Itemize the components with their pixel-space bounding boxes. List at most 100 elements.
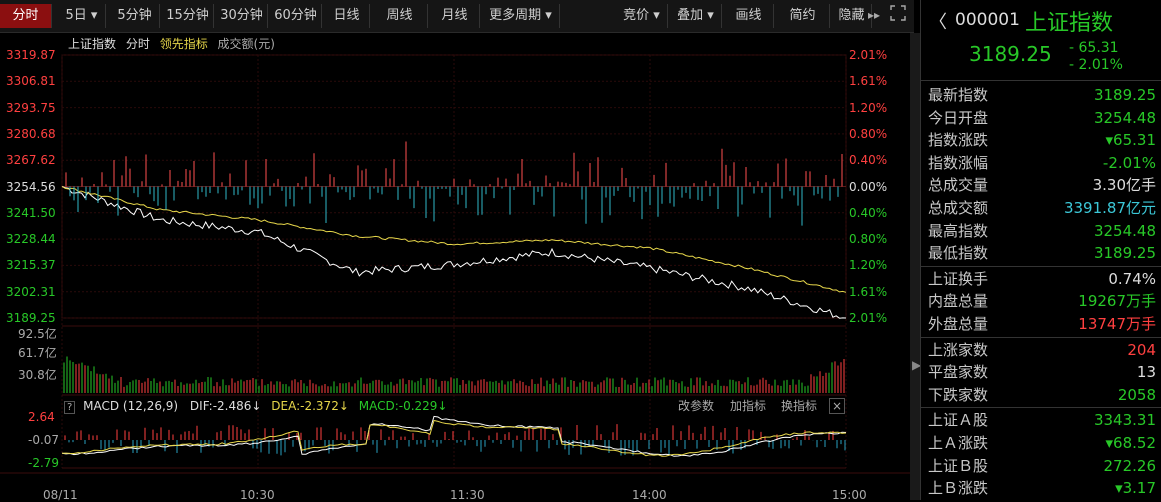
quote-row-label: 上Ａ涨跌 <box>928 434 989 452</box>
back-arrow-icon[interactable]: 〈 <box>929 8 947 34</box>
quote-row: 最新指数 3189.25 <box>921 84 1161 106</box>
auction-dropdown[interactable]: 竞价 ▾ <box>616 4 668 28</box>
add-indicator-button[interactable]: 加指标 <box>730 399 766 413</box>
volume-tick-label: 30.8亿 <box>18 368 57 382</box>
quote-row: 总成交量 3.30亿手 <box>921 174 1161 196</box>
quote-row-value: 3189.25 <box>1093 244 1156 263</box>
percent-tick-label: 2.01% <box>849 311 888 325</box>
quote-row-value: 0.74% <box>1108 269 1156 288</box>
index-code: 000001 <box>955 10 1020 30</box>
percent-tick-label: 1.61% <box>849 74 888 89</box>
fast-forward-icon[interactable]: ▸▸ <box>868 8 880 22</box>
quote-row-label: 最低指数 <box>928 244 989 263</box>
price-tick-label: 3241.50 <box>6 205 56 220</box>
legend-mode: 分时 <box>125 37 150 51</box>
quote-row-label: 总成交额 <box>928 199 989 217</box>
quote-row-value: 3.30亿手 <box>1092 176 1156 195</box>
tab-monthly[interactable]: 月线 <box>430 4 480 28</box>
macd-tick-label: -2.79 <box>28 456 60 470</box>
simple-button[interactable]: 简约 <box>776 4 830 28</box>
quote-row: 上证Ａ股 3343.31 <box>921 409 1161 431</box>
price-tick-label: 3202.31 <box>6 284 56 299</box>
quote-row: 今日开盘 3254.48 <box>921 107 1161 129</box>
price-tick-label: 3267.62 <box>6 153 56 168</box>
hide-button[interactable]: 隐藏 <box>832 4 872 28</box>
tab-5min[interactable]: 5分钟 <box>110 4 160 28</box>
quote-row: 平盘家数 13 <box>921 361 1161 383</box>
tab-60min[interactable]: 60分钟 <box>270 4 322 28</box>
quote-row-value: 3189.25 <box>1093 86 1156 104</box>
quote-row-label: 上证Ａ股 <box>928 411 989 430</box>
tab-daily[interactable]: 日线 <box>324 4 370 28</box>
quote-row-label: 下跌家数 <box>928 385 989 404</box>
quote-row-value: 204 <box>1127 340 1156 359</box>
volume-tick-label: 61.7亿 <box>18 346 57 360</box>
quote-row-label: 上证Ｂ股 <box>928 456 989 475</box>
quote-row-label: 上Ｂ涨跌 <box>928 479 989 498</box>
quote-row-value: 13747万手 <box>1078 315 1156 333</box>
quote-row: 最低指数 3189.25 <box>921 242 1161 264</box>
chart-area: 上证指数 分时 领先指标 成交额(元) 3319.87 3306.81 3293.7… <box>0 33 914 502</box>
price-tick-label: 3254.56 <box>6 179 56 194</box>
legend-lead-indicator: 领先指标 <box>159 37 208 51</box>
swap-indicator-button[interactable]: 换指标 <box>781 399 817 413</box>
quote-row-label: 内盘总量 <box>928 292 989 311</box>
quote-row-label: 上涨家数 <box>928 340 989 359</box>
quote-row-value: -2.01% <box>1102 153 1156 172</box>
fullscreen-icon[interactable] <box>890 5 906 24</box>
quote-row-label: 总成交量 <box>928 176 989 195</box>
quote-row-label: 平盘家数 <box>928 363 989 382</box>
price-tick-label: 3189.25 <box>6 311 56 325</box>
quote-row: 最高指数 3254.48 <box>921 220 1161 242</box>
quote-row: 上Ｂ涨跌 ▾3.17 <box>921 477 1161 499</box>
quote-row-label: 外盘总量 <box>928 315 989 333</box>
tab-5day[interactable]: 5日 ▾ <box>58 4 106 28</box>
quote-row-label: 最新指数 <box>928 86 989 104</box>
quote-row: 内盘总量 19267万手 <box>921 290 1161 312</box>
quote-row-value: 3254.48 <box>1093 108 1156 127</box>
close-icon[interactable]: × <box>829 398 845 414</box>
macd-dea: DEA:-2.372↓ <box>271 399 349 413</box>
change-params-button[interactable]: 改参数 <box>678 399 714 413</box>
percent-tick-label: 1.20% <box>849 100 888 115</box>
quote-row-value: 3254.48 <box>1093 221 1156 240</box>
quote-row: 外盘总量 13747万手 <box>921 313 1161 335</box>
panel-splitter[interactable]: ▶ <box>910 33 921 500</box>
macd-dea-line <box>61 419 847 457</box>
volume-tick-label: 92.5亿 <box>18 327 57 341</box>
draw-line-button[interactable]: 画线 <box>724 4 774 28</box>
quote-row-value: 272.26 <box>1103 456 1157 475</box>
quote-row: 上Ａ涨跌 ▾68.52 <box>921 432 1161 454</box>
period-toolbar: 分时 5日 ▾ 5分钟 15分钟 30分钟 60分钟 日线 周线 月线 更多周期… <box>0 0 914 33</box>
percent-tick-label: 2.01% <box>849 48 888 62</box>
quote-row: 上证换手 0.74% <box>921 268 1161 290</box>
change-percent: - 2.01% <box>1069 57 1123 73</box>
quote-row-label: 今日开盘 <box>928 108 989 127</box>
macd-name: MACD (12,26,9) <box>83 399 179 413</box>
legend-index-name: 上证指数 <box>68 37 117 51</box>
overlay-dropdown[interactable]: 叠加 ▾ <box>670 4 722 28</box>
quote-row: 指数涨跌 ▾65.31 <box>921 129 1161 151</box>
price-tick-label: 3280.68 <box>6 126 56 141</box>
quote-row-value: 3343.31 <box>1093 411 1156 430</box>
quote-row-label: 上证换手 <box>928 269 989 288</box>
macd-tick-label: 2.64 <box>28 410 55 424</box>
tab-15min[interactable]: 15分钟 <box>162 4 214 28</box>
price-tick-label: 3293.75 <box>6 100 56 115</box>
quote-row-value: ▾3.17 <box>1115 479 1156 498</box>
percent-tick-label: 1.20% <box>849 258 888 273</box>
percent-tick-label: 0.80% <box>849 232 888 247</box>
tab-30min[interactable]: 30分钟 <box>216 4 268 28</box>
quote-row-value: ▾68.52 <box>1105 434 1156 452</box>
percent-tick-label: 0.00% <box>849 179 888 194</box>
index-name: 上证指数 <box>1025 11 1114 36</box>
tab-intraday[interactable]: 分时 <box>0 4 52 28</box>
tab-weekly[interactable]: 周线 <box>372 4 428 28</box>
quote-row-value: 13 <box>1136 363 1156 382</box>
price-tick-label: 3215.37 <box>6 258 56 273</box>
quote-row: 下跌家数 2058 <box>921 384 1161 406</box>
percent-tick-label: 0.40% <box>849 153 888 168</box>
question-icon[interactable]: ? <box>64 401 76 414</box>
quote-row-label: 指数涨幅 <box>928 153 989 172</box>
tab-more-periods[interactable]: 更多周期 ▾ <box>482 4 560 28</box>
